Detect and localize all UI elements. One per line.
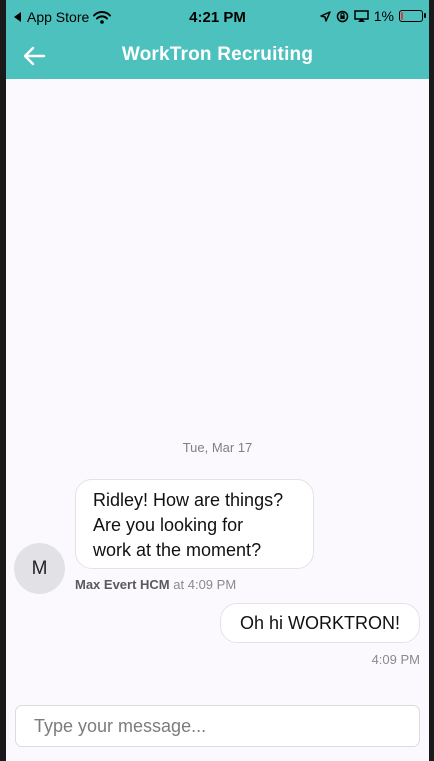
incoming-message-bubble[interactable]: Ridley! How are things? Are you looking … xyxy=(75,479,314,569)
screen-mirroring-icon xyxy=(354,9,369,22)
message-composer xyxy=(15,705,420,747)
app-screen: App Store 4:21 PM 1% WorkTron Recruiting… xyxy=(6,0,429,761)
outgoing-message-bubble[interactable]: Oh hi WORKTRON! xyxy=(220,603,420,643)
battery-percent: 1% xyxy=(373,8,394,24)
incoming-message-meta: Max Evert HCM at 4:09 PM xyxy=(75,577,236,592)
status-icons: 1% xyxy=(320,8,426,24)
message-input[interactable] xyxy=(16,706,419,746)
location-arrow-icon xyxy=(320,10,331,22)
battery-level xyxy=(401,12,403,20)
outgoing-message-time: 4:09 PM xyxy=(371,652,420,667)
app-header: WorkTron Recruiting xyxy=(6,34,429,79)
battery-icon xyxy=(399,10,426,22)
orientation-lock-icon xyxy=(336,10,349,22)
status-bar: App Store 4:21 PM 1% xyxy=(6,0,429,34)
incoming-message-time: 4:09 PM xyxy=(187,577,237,592)
date-separator: Tue, Mar 17 xyxy=(182,440,253,455)
time-prefix: at xyxy=(173,577,185,592)
page-title: WorkTron Recruiting xyxy=(121,44,314,65)
avatar[interactable]: M xyxy=(14,543,65,594)
sender-name: Max Evert HCM xyxy=(75,577,170,592)
